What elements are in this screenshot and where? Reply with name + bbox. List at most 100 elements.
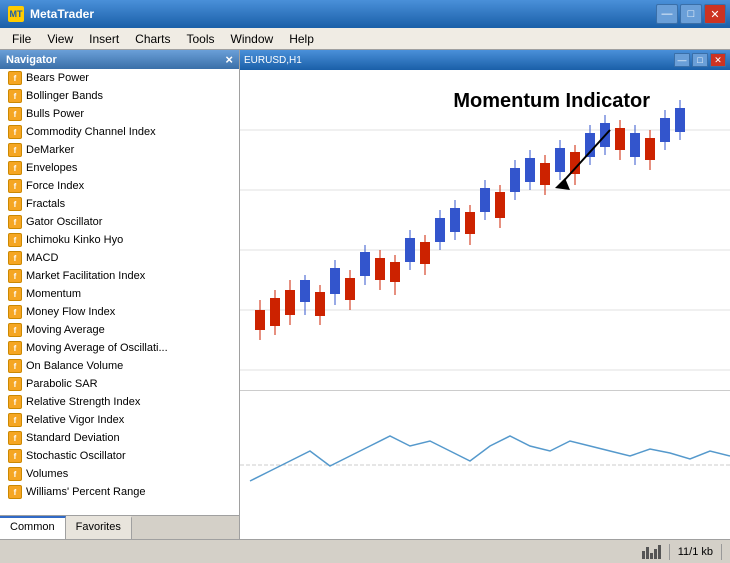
indicator-label: On Balance Volume xyxy=(26,360,123,372)
nav-item[interactable]: f On Balance Volume xyxy=(0,357,239,375)
close-button[interactable]: ✕ xyxy=(704,4,726,24)
tab-favorites[interactable]: Favorites xyxy=(66,516,132,539)
menu-view[interactable]: View xyxy=(39,30,81,48)
indicator-icon: f xyxy=(8,449,22,463)
indicator-label: Volumes xyxy=(26,468,68,480)
maximize-button[interactable]: □ xyxy=(680,4,702,24)
nav-item[interactable]: fEnvelopes xyxy=(0,159,239,177)
nav-item[interactable]: f Commodity Channel Index xyxy=(0,123,239,141)
title-bar-left: MT MetaTrader xyxy=(8,6,94,22)
indicator-icon: f xyxy=(8,251,22,265)
indicator-icon: f xyxy=(8,161,22,175)
navigator-header: Navigator × xyxy=(0,50,239,69)
indicator-label: Market Facilitation Index xyxy=(26,270,145,282)
nav-item[interactable]: f Bulls Power xyxy=(0,105,239,123)
indicator-icon: f xyxy=(8,143,22,157)
indicator-label: Bulls Power xyxy=(26,108,84,120)
indicator-label: MACD xyxy=(26,252,58,264)
indicator-icon: f xyxy=(8,413,22,427)
navigator-title: Navigator xyxy=(6,54,57,66)
menu-charts[interactable]: Charts xyxy=(127,30,178,48)
navigator-close-button[interactable]: × xyxy=(225,53,233,66)
menu-window[interactable]: Window xyxy=(223,30,282,48)
indicator-icon: f xyxy=(8,485,22,499)
menu-tools[interactable]: Tools xyxy=(179,30,223,48)
indicator-icon: f xyxy=(8,89,22,103)
nav-item[interactable]: f DeMarker xyxy=(0,141,239,159)
nav-item[interactable]: f Ichimoku Kinko Hyo xyxy=(0,231,239,249)
indicator-label: Moving Average of Oscillati... xyxy=(26,342,168,354)
nav-item[interactable]: f Relative Vigor Index xyxy=(0,411,239,429)
inner-window-controls: — □ ✕ xyxy=(674,53,726,67)
nav-item[interactable]: f Moving Average of Oscillati... xyxy=(0,339,239,357)
nav-item[interactable]: f Moving Average xyxy=(0,321,239,339)
candlestick-chart: Momentum Indicator xyxy=(240,70,730,390)
app-icon: MT xyxy=(8,6,24,22)
navigator-list[interactable]: fBears PowerfBollinger BandsfBulls Power… xyxy=(0,69,239,515)
menu-insert[interactable]: Insert xyxy=(81,30,127,48)
indicator-label: Bollinger Bands xyxy=(26,90,103,102)
indicator-icon: f xyxy=(8,431,22,445)
nav-item[interactable]: f Market Facilitation Index xyxy=(0,267,239,285)
indicator-icon: f xyxy=(8,197,22,211)
indicator-icon: f xyxy=(8,233,22,247)
menu-help[interactable]: Help xyxy=(281,30,322,48)
navigator-panel: Navigator × fBears PowerfBollinger Bands… xyxy=(0,50,240,539)
inner-minimize-button[interactable]: — xyxy=(674,53,690,67)
indicator-icon: f xyxy=(8,125,22,139)
chart-area: EURUSD,H1 — □ ✕ xyxy=(240,50,730,539)
nav-item[interactable]: f Volumes xyxy=(0,465,239,483)
nav-item[interactable]: fParabolic SAR xyxy=(0,375,239,393)
indicator-label: Relative Vigor Index xyxy=(26,414,124,426)
title-controls: — □ ✕ xyxy=(656,4,726,24)
menu-file[interactable]: File xyxy=(4,30,39,48)
nav-item[interactable]: f MACD xyxy=(0,249,239,267)
indicator-icon: f xyxy=(8,215,22,229)
indicator-label: Commodity Channel Index xyxy=(26,126,156,138)
nav-item[interactable]: f Williams' Percent Range xyxy=(0,483,239,501)
indicator-label: Standard Deviation xyxy=(26,432,120,444)
nav-item[interactable]: f Stochastic Oscillator xyxy=(0,447,239,465)
nav-item[interactable]: fGator Oscillator xyxy=(0,213,239,231)
inner-window-bar: EURUSD,H1 — □ ✕ xyxy=(240,50,730,70)
indicator-icon: f xyxy=(8,269,22,283)
menu-bar: File View Insert Charts Tools Window Hel… xyxy=(0,28,730,50)
status-bar-divider2 xyxy=(721,544,722,560)
status-bar: 11/1 kb xyxy=(0,539,730,563)
status-bar-divider xyxy=(669,544,670,560)
navigator-tabs: Common Favorites xyxy=(0,515,239,539)
nav-item[interactable]: f Fractals xyxy=(0,195,239,213)
indicator-label: Force Index xyxy=(26,180,84,192)
indicator-icon: f xyxy=(8,323,22,337)
momentum-chart xyxy=(240,390,730,539)
window-title: MetaTrader xyxy=(30,7,94,21)
nav-item[interactable]: f Bollinger Bands xyxy=(0,87,239,105)
indicator-label: Fractals xyxy=(26,198,65,210)
indicator-label: Momentum xyxy=(26,288,81,300)
nav-item[interactable]: fBears Power xyxy=(0,69,239,87)
indicator-icon: f xyxy=(8,359,22,373)
indicator-icon: f xyxy=(8,377,22,391)
indicator-icon: f xyxy=(8,341,22,355)
indicator-label: DeMarker xyxy=(26,144,74,156)
nav-item[interactable]: fMoney Flow Index xyxy=(0,303,239,321)
indicator-icon: f xyxy=(8,71,22,85)
indicator-label: Williams' Percent Range xyxy=(26,486,145,498)
indicator-label: Moving Average xyxy=(26,324,105,336)
inner-close-button[interactable]: ✕ xyxy=(710,53,726,67)
chart-info: 11/1 kb xyxy=(678,546,713,558)
indicator-icon: f xyxy=(8,107,22,121)
indicator-label: Stochastic Oscillator xyxy=(26,450,126,462)
momentum-annotation: Momentum Indicator xyxy=(453,90,650,113)
nav-item[interactable]: fForce Index xyxy=(0,177,239,195)
indicator-icon: f xyxy=(8,467,22,481)
nav-item[interactable]: f Standard Deviation xyxy=(0,429,239,447)
indicator-label: Relative Strength Index xyxy=(26,396,140,408)
minimize-button[interactable]: — xyxy=(656,4,678,24)
nav-item[interactable]: fRelative Strength Index xyxy=(0,393,239,411)
nav-item[interactable]: f Momentum xyxy=(0,285,239,303)
tab-common[interactable]: Common xyxy=(0,516,66,539)
indicator-icon: f xyxy=(8,287,22,301)
inner-maximize-button[interactable]: □ xyxy=(692,53,708,67)
indicator-label: Ichimoku Kinko Hyo xyxy=(26,234,123,246)
